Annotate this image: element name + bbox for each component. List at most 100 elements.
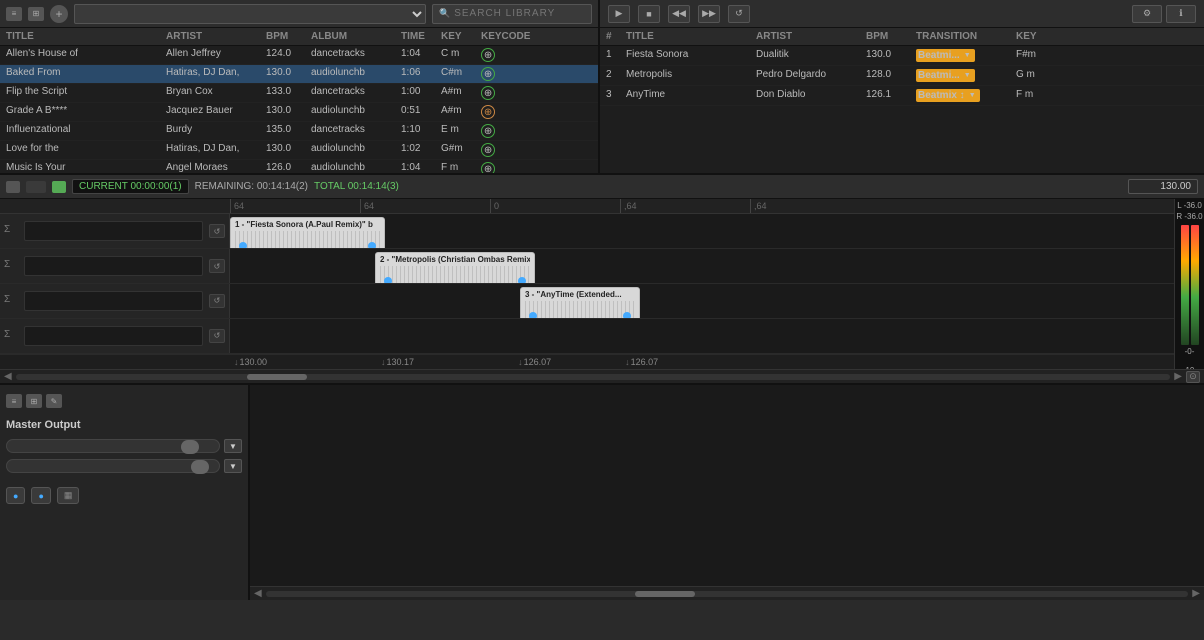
track-row-2: Σ ↺ 2 - "Metropolis (Christian Ombas Rem… xyxy=(0,249,1174,284)
library-row[interactable]: Flip the Script Bryan Cox 133.0 dancetra… xyxy=(0,84,598,103)
track-2-icon: Σ xyxy=(4,259,18,273)
track-bpm: 130.0 xyxy=(264,104,309,120)
scroll-thumb[interactable] xyxy=(247,374,307,380)
track-title: Love for the xyxy=(4,142,164,158)
track-1-return-btn[interactable]: ↺ xyxy=(209,224,225,238)
mixer-fader-1[interactable] xyxy=(6,439,220,453)
vu-mark-10: 10 xyxy=(1185,366,1194,369)
col-key: KEY xyxy=(439,30,479,43)
fader-2-arrow[interactable]: ▼ xyxy=(224,459,242,473)
track-4-area[interactable] xyxy=(230,319,1174,353)
bottom-scroll-left[interactable]: ◀ xyxy=(254,588,262,599)
track-2-controls: Σ ↺ xyxy=(0,249,230,283)
tl-icon2[interactable] xyxy=(26,181,46,193)
track-bpm: 135.0 xyxy=(264,123,309,139)
library-row[interactable]: Allen's House of Allen Jeffrey 124.0 dan… xyxy=(0,46,598,65)
track-artist: Hatiras, DJ Dan, xyxy=(164,142,264,158)
ptrack-artist: Pedro Delgardo xyxy=(754,68,864,83)
mixer-btn-2[interactable]: ● xyxy=(31,487,50,504)
clip-1[interactable]: 1 - "Fiesta Sonora (A.Paul Remix)" b xyxy=(230,217,385,248)
track-3-controls: Σ ↺ xyxy=(0,284,230,318)
library-row[interactable]: Love for the Hatiras, DJ Dan, 130.0 audi… xyxy=(0,141,598,160)
track-3-return-btn[interactable]: ↺ xyxy=(209,294,225,308)
tl-icon1[interactable] xyxy=(6,181,20,193)
playlist-row[interactable]: 1 Fiesta Sonora Dualitik 130.0 Beatmi...… xyxy=(600,46,1204,66)
mixer-list-icon[interactable]: ≡ xyxy=(6,394,22,408)
play-button[interactable]: ▶ xyxy=(608,5,630,23)
clip-3-dot-left xyxy=(529,312,537,318)
track-album: audiolunchb xyxy=(309,161,399,173)
scroll-right-arrow[interactable]: ▶ xyxy=(1174,371,1182,382)
keycode-icon: ⊕ xyxy=(481,86,495,100)
library-row[interactable]: Influenzational Burdy 135.0 dancetracks … xyxy=(0,122,598,141)
track-key: C m xyxy=(439,47,479,63)
stop-button[interactable]: ■ xyxy=(638,5,660,23)
track-key: A#m xyxy=(439,85,479,101)
track-3-area[interactable]: 3 - "AnyTime (Extended... xyxy=(230,284,1174,318)
list-icon[interactable]: ≡ xyxy=(6,7,22,21)
sync-icon[interactable]: ⊙ xyxy=(1186,371,1200,383)
clip-2[interactable]: 2 - "Metropolis (Christian Ombas Remix)"… xyxy=(375,252,535,283)
settings-icon[interactable]: ⚙ xyxy=(1132,5,1162,23)
track-2-area[interactable]: 2 - "Metropolis (Christian Ombas Remix)"… xyxy=(230,249,1174,283)
track-keycode: ⊕ xyxy=(479,47,539,63)
library-row[interactable]: Baked From Hatiras, DJ Dan, 130.0 audiol… xyxy=(0,65,598,84)
library-row[interactable]: Grade A B**** Jacquez Bauer 130.0 audiol… xyxy=(0,103,598,122)
track-key: E m xyxy=(439,123,479,139)
ptrack-artist: Dualitik xyxy=(754,48,864,63)
grid-icon[interactable]: ⊞ xyxy=(28,7,44,21)
info-icon[interactable]: ℹ xyxy=(1166,5,1196,23)
mixer-edit-icon[interactable]: ✎ xyxy=(46,394,62,408)
track-row-3: Σ ↺ 3 - "AnyTime (Extended... xyxy=(0,284,1174,319)
col-keycode: KEYCODE xyxy=(479,30,539,43)
pcol-title: TITLE xyxy=(624,30,754,43)
track-time: 1:04 xyxy=(399,47,439,63)
right-bottom-area: ◀ ▶ xyxy=(250,385,1204,600)
pcol-transition: TRANSITION xyxy=(914,30,1014,43)
tl-icon3[interactable] xyxy=(52,181,66,193)
add-icon[interactable]: + xyxy=(50,5,68,23)
clip-3[interactable]: 3 - "AnyTime (Extended... xyxy=(520,287,640,318)
mixer-fader-row-2: ▼ xyxy=(6,459,242,473)
mixer-fader-2[interactable] xyxy=(6,459,220,473)
scroll-track[interactable] xyxy=(16,374,1171,380)
ptrack-title: AnyTime xyxy=(624,88,754,103)
ptrack-key: F m xyxy=(1014,88,1064,103)
playlist-row[interactable]: 3 AnyTime Don Diablo 126.1 Beatmix ↕▼ F … xyxy=(600,86,1204,106)
mixer-btn-3[interactable]: ▦ xyxy=(57,487,80,504)
track-album: dancetracks xyxy=(309,47,399,63)
track-key: C#m xyxy=(439,66,479,82)
bottom-scroll-track[interactable] xyxy=(266,591,1189,597)
bpm-label-1: 130.00 xyxy=(230,357,267,367)
fader-1-thumb[interactable] xyxy=(181,440,199,454)
fader-1-arrow[interactable]: ▼ xyxy=(224,439,242,453)
bpm-control[interactable]: 130.00 xyxy=(1128,179,1198,194)
timeline-scrollbar[interactable]: ◀ ▶ ⊙ xyxy=(0,369,1204,383)
library-filter-dropdown[interactable]: (Entire Library) xyxy=(74,4,426,24)
bottom-scroll-right[interactable]: ▶ xyxy=(1192,588,1200,599)
track-2-return-btn[interactable]: ↺ xyxy=(209,259,225,273)
library-row[interactable]: Music Is Your Angel Moraes 126.0 audiolu… xyxy=(0,160,598,173)
ptrack-transition: Beatmix ↕▼ xyxy=(914,88,1014,103)
track-key: A#m xyxy=(439,104,479,120)
fader-2-thumb[interactable] xyxy=(191,460,209,474)
scroll-left-arrow[interactable]: ◀ xyxy=(4,371,12,382)
mixer-grid-icon[interactable]: ⊞ xyxy=(26,394,42,408)
bottom-scroll-thumb[interactable] xyxy=(635,591,695,597)
track-1-area[interactable]: 1 - "Fiesta Sonora (A.Paul Remix)" b xyxy=(230,214,1174,248)
loop-button[interactable]: ↺ xyxy=(728,5,750,23)
playlist-row[interactable]: 2 Metropolis Pedro Delgardo 128.0 Beatmi… xyxy=(600,66,1204,86)
search-input[interactable] xyxy=(454,8,564,19)
clip-1-label: 1 - "Fiesta Sonora (A.Paul Remix)" b xyxy=(235,220,380,229)
track-title: Music Is Your xyxy=(4,161,164,173)
ptrack-key: F#m xyxy=(1014,48,1064,63)
bottom-scrollbar[interactable]: ◀ ▶ xyxy=(250,586,1204,600)
next-button[interactable]: ▶▶ xyxy=(698,5,720,23)
track-keycode: ⊕ xyxy=(479,85,539,101)
vu-bars xyxy=(1181,225,1199,345)
track-4-return-btn[interactable]: ↺ xyxy=(209,329,225,343)
playlist-table: # TITLE ARTIST BPM TRANSITION KEY 1 Fies… xyxy=(600,28,1204,173)
mixer-panel: ≡ ⊞ ✎ Master Output ▼ ▼ ● ● ▦ xyxy=(0,385,250,600)
prev-button[interactable]: ◀◀ xyxy=(668,5,690,23)
mixer-btn-1[interactable]: ● xyxy=(6,487,25,504)
